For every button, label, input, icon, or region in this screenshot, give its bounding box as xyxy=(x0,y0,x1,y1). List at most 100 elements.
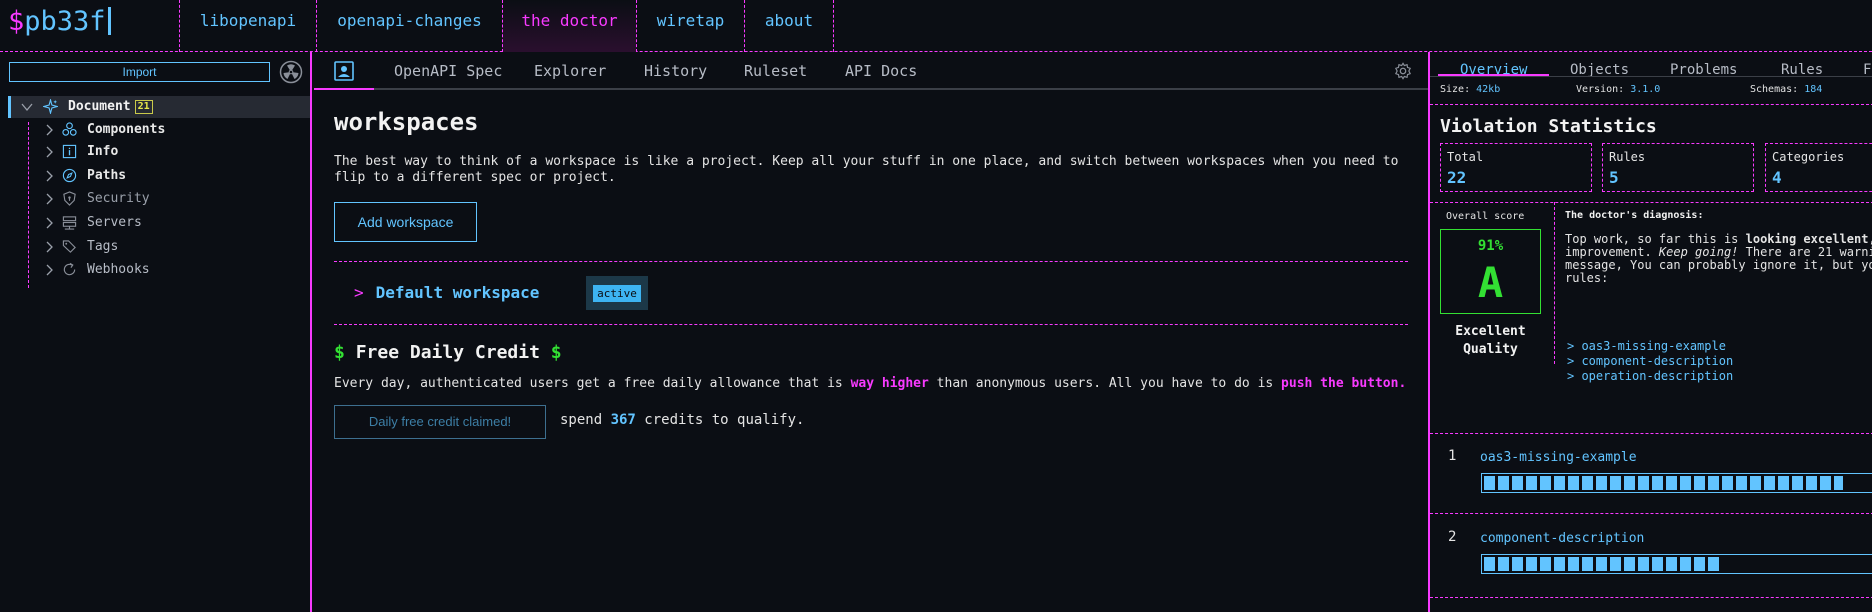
tree-item-security[interactable]: Security xyxy=(8,188,310,210)
tree-item-tags[interactable]: Tags xyxy=(8,236,310,258)
spend-text: spend xyxy=(560,412,611,428)
size-label: Size: xyxy=(1440,84,1471,95)
tab-history[interactable]: History xyxy=(644,52,707,90)
document-label: Document xyxy=(68,99,131,114)
tab-divider xyxy=(1430,76,1872,77)
stat-categories: Categories 4 xyxy=(1765,143,1872,192)
tree-item-components[interactable]: Components xyxy=(8,119,310,141)
chevron-right-icon xyxy=(46,241,53,253)
stat-label: Categories xyxy=(1772,150,1845,164)
tab-objects[interactable]: Objects xyxy=(1570,62,1629,86)
score-grade: A xyxy=(1477,258,1504,307)
logo-dollar: $ xyxy=(8,6,25,37)
claim-credit-button[interactable]: Daily free credit claimed! xyxy=(334,405,546,439)
chevron-right-icon xyxy=(46,193,53,205)
spend-text: credits to qualify. xyxy=(635,412,805,428)
tab-home[interactable] xyxy=(314,52,374,90)
free-daily-credit-title: $ Free Daily Credit $ xyxy=(334,342,562,363)
tree-document[interactable]: Document 21 xyxy=(8,96,310,118)
divider xyxy=(1430,597,1872,598)
tree-item-paths[interactable]: Paths xyxy=(8,165,310,187)
nav-libopenapi[interactable]: libopenapi xyxy=(179,0,316,52)
tab-openapi-spec[interactable]: OpenAPI Spec xyxy=(394,52,502,90)
chevron-right-icon xyxy=(46,124,53,136)
diag-text: rules: xyxy=(1565,271,1609,285)
chevron-right-icon xyxy=(46,170,53,182)
tab-explorer[interactable]: Explorer xyxy=(534,52,606,90)
diagnosis-rule-link[interactable]: > oas3-missing-example xyxy=(1567,339,1726,353)
tree-item-servers[interactable]: Servers xyxy=(8,212,310,234)
sidebar: Import Document 21 Components Info Paths … xyxy=(0,52,312,612)
status-badge: active xyxy=(593,285,641,302)
workspace-item-default[interactable]: > Default workspace active xyxy=(354,276,654,310)
divider xyxy=(1430,433,1872,434)
credit-description: Every day, authenticated users get a fre… xyxy=(334,376,1406,391)
violation-rank: 2 xyxy=(1448,529,1457,545)
chevron-right-icon xyxy=(46,217,53,229)
chevron-right-icon xyxy=(46,146,53,158)
workspace-name: Default workspace xyxy=(375,283,540,302)
credit-highlight: way higher xyxy=(850,376,929,391)
nav-openapi-changes[interactable]: openapi-changes xyxy=(316,0,502,52)
credits-required: 367 xyxy=(610,412,636,428)
violation-rule-link[interactable]: component-description xyxy=(1480,531,1644,546)
violation-statistics-title: Violation Statistics xyxy=(1440,116,1657,137)
tab-rules[interactable]: Rules xyxy=(1781,62,1823,86)
divider xyxy=(1430,513,1872,514)
stat-value: 22 xyxy=(1447,168,1467,187)
tab-problems[interactable]: Problems xyxy=(1670,62,1737,86)
stat-total: Total 22 xyxy=(1440,143,1592,192)
logo-cursor xyxy=(107,7,111,35)
divider xyxy=(334,324,1408,325)
score-card: 91% A xyxy=(1440,229,1541,314)
schemas-label: Schemas: xyxy=(1750,84,1799,95)
tab-api-docs[interactable]: API Docs xyxy=(845,52,917,90)
tree-item-label: Servers xyxy=(87,215,142,230)
radiation-icon[interactable] xyxy=(279,60,303,84)
diagnosis-text: Top work, so far this is looking excelle… xyxy=(1565,233,1872,285)
version-label: Version: xyxy=(1576,84,1625,95)
stat-label: Rules xyxy=(1609,150,1646,164)
components-icon xyxy=(62,122,77,136)
view-tabs: OpenAPI Spec Explorer History Ruleset AP… xyxy=(314,52,1428,90)
diag-text: message, You can probably ignore it, but… xyxy=(1565,258,1872,272)
doctor-overview-panel: Overview Objects Problems Rules F Size: … xyxy=(1428,52,1872,612)
pb33f-logo[interactable]: $pb33f xyxy=(8,4,111,40)
top-navigation: $pb33f libopenapi openapi-changes the do… xyxy=(0,0,1872,52)
gear-icon[interactable] xyxy=(1394,62,1412,80)
stat-rules: Rules 5 xyxy=(1602,143,1754,192)
import-button[interactable]: Import xyxy=(9,62,270,82)
stat-value: 5 xyxy=(1609,168,1619,187)
nav-wiretap[interactable]: wiretap xyxy=(636,0,744,52)
divider xyxy=(1430,104,1872,105)
score-percent: 91% xyxy=(1477,238,1504,254)
diagnosis-rule-link[interactable]: > operation-description xyxy=(1567,369,1733,383)
violation-bar xyxy=(1481,554,1872,574)
tree-item-label: Components xyxy=(87,122,166,137)
overall-score-label: Overall score xyxy=(1446,211,1525,222)
add-workspace-button[interactable]: Add workspace xyxy=(334,202,477,242)
tab-f[interactable]: F xyxy=(1863,62,1871,86)
tree-item-label: Security xyxy=(87,191,150,206)
stat-value: 4 xyxy=(1772,168,1782,187)
server-icon xyxy=(62,216,77,230)
workspaces-panel: OpenAPI Spec Explorer History Ruleset AP… xyxy=(314,52,1428,612)
active-badge-wrapper: active xyxy=(586,276,648,310)
credit-desc-text: Every day, authenticated users get a fre… xyxy=(334,376,851,391)
diagnosis-rule-link[interactable]: > component-description xyxy=(1567,354,1733,368)
nav-the-doctor[interactable]: the doctor xyxy=(502,0,636,52)
nav-about[interactable]: about xyxy=(744,0,834,52)
spec-stats: Size: 42kb Version: 3.1.0 Schemas: 184 xyxy=(1440,84,1872,102)
violation-bar xyxy=(1481,473,1872,493)
tree-item-webhooks[interactable]: Webhooks xyxy=(8,259,310,281)
tree-item-info[interactable]: Info xyxy=(8,141,310,163)
violation-rank: 1 xyxy=(1448,448,1457,464)
refresh-icon xyxy=(63,262,76,276)
violation-rule-link[interactable]: oas3-missing-example xyxy=(1480,450,1637,465)
divider xyxy=(334,261,1408,262)
violation-bar-fill xyxy=(1484,476,1844,490)
info-icon xyxy=(62,144,77,159)
tree-item-label: Info xyxy=(87,144,119,159)
user-profile-icon xyxy=(334,61,354,81)
tab-ruleset[interactable]: Ruleset xyxy=(744,52,807,90)
